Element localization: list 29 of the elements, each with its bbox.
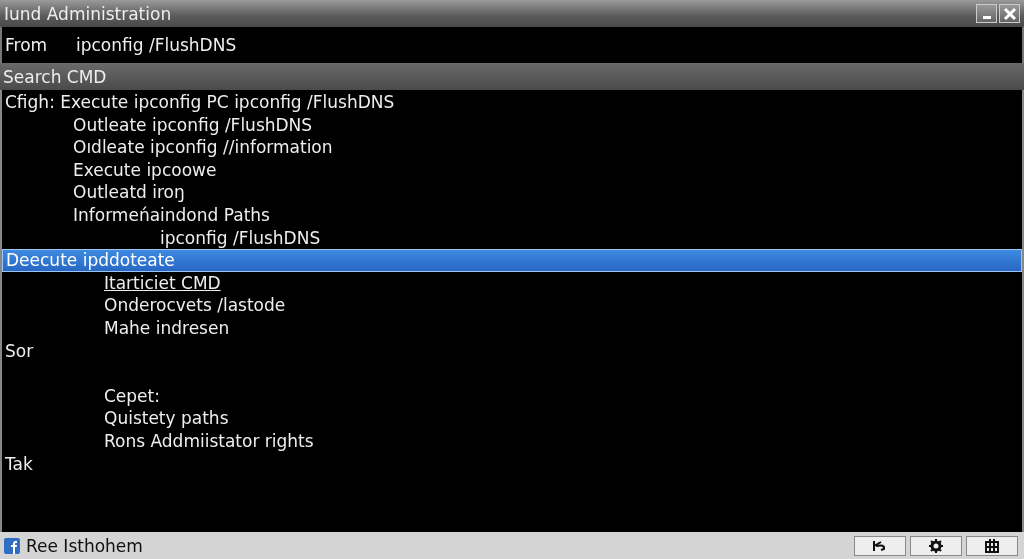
minimize-button[interactable]: [976, 4, 997, 23]
console-line: Onderocvets /lastode: [103, 294, 287, 317]
console-line: Informeńaindond Paths: [72, 203, 271, 227]
console-line: Outleatd iroŋ: [72, 181, 186, 204]
arrow-icon: [873, 539, 887, 552]
console-line: Tak: [4, 452, 34, 476]
grid-icon: [985, 538, 999, 553]
status-text: Ree Isthohem: [26, 535, 143, 556]
console-line: Cfigh: Execute ipconfig PC ipconfig /FlushDNS: [4, 91, 396, 114]
f-logo-icon: [4, 537, 20, 554]
console-line: Execute ipcoowe: [72, 158, 218, 182]
console-line: Mahe indresen: [103, 316, 231, 340]
minimize-icon: [982, 15, 991, 19]
console-line: Sor: [4, 339, 35, 363]
console-line: Cepet:: [103, 384, 161, 408]
toolbar-button[interactable]: [966, 535, 1018, 556]
console-line: Oıdleate ipconfig //information: [72, 136, 334, 159]
console-line: Rons Addmiistator rights: [103, 429, 315, 453]
window-title: Iund Administration: [4, 3, 172, 24]
settings-button[interactable]: [910, 535, 962, 556]
toolbar-button[interactable]: [854, 535, 906, 556]
close-button[interactable]: [999, 4, 1020, 23]
console-line: ipconfig /FlushDNS: [159, 226, 322, 250]
console-line: Quistety paths: [103, 407, 230, 430]
gear-icon: [929, 538, 943, 553]
console-line: Itarticiet CMD: [103, 271, 222, 295]
search-bar[interactable]: Search CMD: [0, 63, 1024, 90]
console-line: Outleate ipconfig /FlushDNS: [72, 113, 314, 137]
close-icon: [1002, 6, 1017, 21]
